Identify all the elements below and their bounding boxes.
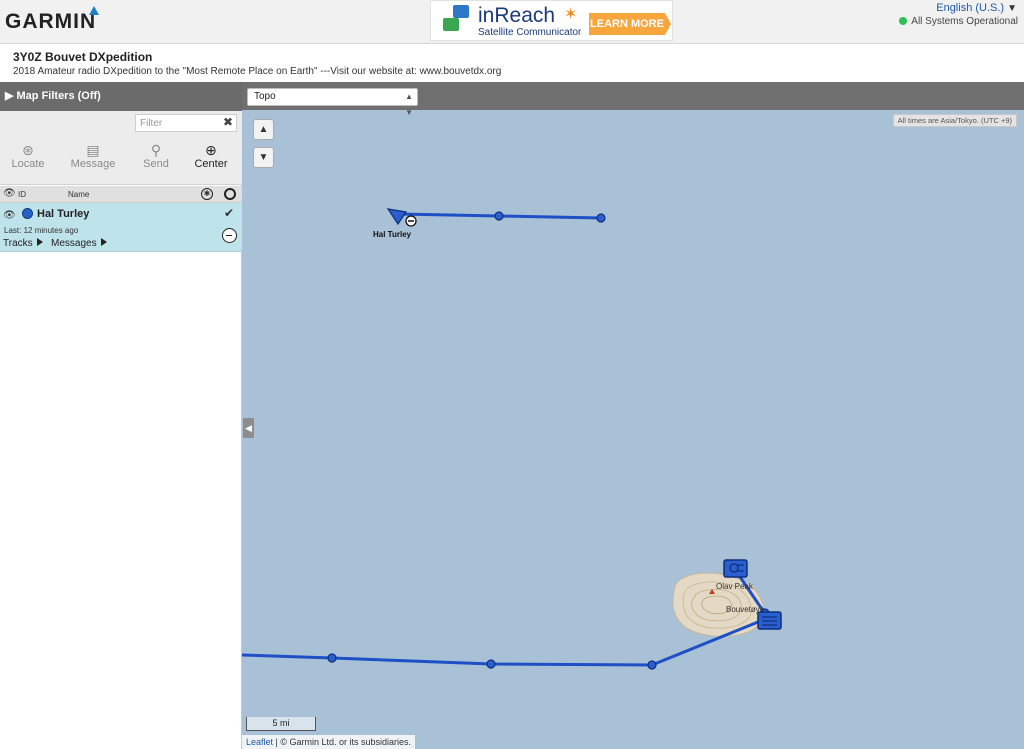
track-point xyxy=(596,213,606,223)
select-arrows-icon: ▲ ▼ xyxy=(405,92,413,117)
crosshair-icon: ⊕ xyxy=(205,142,217,158)
collapse-sidebar-button[interactable]: ◀ xyxy=(243,418,254,438)
column-id[interactable]: ID xyxy=(18,190,26,199)
locate-icon: ⊛ xyxy=(22,142,34,158)
map-view[interactable]: Topo ▲ ▼ All times are Asia/Tokyo. (UTC +… xyxy=(242,82,1024,749)
attribution-text: | © Garmin Ltd. or its subsidiaries. xyxy=(275,737,412,747)
map-layer-value: Topo xyxy=(254,91,276,102)
messages-label: Messages xyxy=(51,238,97,249)
play-right-icon xyxy=(36,238,43,246)
locate-label: Locate xyxy=(11,158,45,170)
map-layer-select[interactable]: Topo ▲ ▼ xyxy=(247,88,418,117)
checkmark-icon[interactable]: ✔ xyxy=(224,206,234,220)
visibility-eye-icon[interactable]: 👁 xyxy=(3,210,16,221)
tracks-link[interactable]: Tracks xyxy=(3,238,43,249)
ad-sparkle-icon: ✶ xyxy=(564,6,578,23)
track-point xyxy=(647,660,657,670)
zoom-in-button[interactable]: ▲ xyxy=(253,119,274,140)
toolbar: ✖ ⊛ Locate ▤ Message ⚲ Send ⊕ Center xyxy=(0,111,242,185)
track-point xyxy=(327,653,337,663)
scale-bar: 5 mi xyxy=(246,717,316,731)
learn-more-arrow-icon xyxy=(665,13,671,35)
status-dot-icon xyxy=(899,17,908,25)
message-icon: ▤ xyxy=(86,142,100,158)
device-sidebar: ▶ Map Filters (Off) ✖ ⊛ Locate ▤ Message… xyxy=(0,82,242,749)
track-all-icon[interactable] xyxy=(224,188,236,200)
device-name[interactable]: Hal Turley xyxy=(37,208,89,220)
eye-icon[interactable]: 👁 xyxy=(3,188,16,199)
message-marker-icon[interactable] xyxy=(757,611,782,630)
zoom-out-button[interactable]: ▼ xyxy=(253,147,274,168)
locate-button[interactable]: ⊛ Locate xyxy=(4,142,52,170)
logo-triangle-icon xyxy=(89,6,99,15)
ad-title: inReach xyxy=(478,4,556,27)
page-subtitle: 2018 Amateur radio DXpedition to the "Mo… xyxy=(13,66,502,77)
status-text: All Systems Operational xyxy=(911,16,1018,27)
send-button[interactable]: ⚲ Send xyxy=(132,142,180,170)
map-toolbar: Topo ▲ ▼ xyxy=(242,82,1024,117)
messages-link[interactable]: Messages xyxy=(51,238,107,249)
pin-icon: ⚲ xyxy=(150,142,162,158)
map-filters-label: Map Filters (Off) xyxy=(16,90,101,102)
map-canvas[interactable] xyxy=(242,82,1024,749)
center-label: Center xyxy=(194,158,228,170)
locate-all-icon[interactable]: ✱ xyxy=(201,188,213,200)
send-label: Send xyxy=(143,158,169,170)
top-header: GARMIN inReach ✶ Satellite Communicator … xyxy=(0,0,1024,44)
message-button[interactable]: ▤ Message xyxy=(69,142,117,170)
chat-bubble-green-icon xyxy=(443,18,459,31)
center-button[interactable]: ⊕ Center xyxy=(187,142,235,170)
filter-input[interactable] xyxy=(135,114,237,132)
message-label: Message xyxy=(70,158,116,170)
chat-bubble-blue-icon xyxy=(453,5,469,18)
garmin-logo[interactable]: GARMIN xyxy=(5,10,96,34)
play-right-icon xyxy=(100,238,107,246)
device-color-dot xyxy=(22,208,33,219)
message-marker-icon[interactable] xyxy=(723,559,748,578)
track-point xyxy=(494,211,504,221)
page-header: 3Y0Z Bouvet DXpedition 2018 Amateur radi… xyxy=(0,45,1024,82)
tracks-label: Tracks xyxy=(3,238,33,249)
current-location-arrow-icon xyxy=(386,208,408,226)
chevron-down-icon: ▼ xyxy=(1007,3,1017,14)
page-title: 3Y0Z Bouvet DXpedition xyxy=(13,50,153,64)
leaflet-link[interactable]: Leaflet xyxy=(246,737,273,747)
minus-circle-icon[interactable] xyxy=(222,228,237,243)
last-update-text: Last: 12 minutes ago xyxy=(4,226,79,235)
system-status: All Systems Operational xyxy=(899,16,1018,27)
island-label: Bouvetøya xyxy=(726,605,765,614)
marker-label: Hal Turley xyxy=(373,230,412,239)
track-point xyxy=(486,659,496,669)
clear-filter-icon[interactable]: ✖ xyxy=(223,115,233,129)
device-list-header: 👁 ID Name ✱ xyxy=(0,186,242,203)
column-name[interactable]: Name xyxy=(68,190,89,199)
inreach-ad-banner[interactable]: inReach ✶ Satellite Communicator LEARN M… xyxy=(430,0,673,41)
language-label: English (U.S.) xyxy=(936,2,1005,14)
learn-more-button[interactable]: LEARN MORE xyxy=(589,13,665,35)
map-attribution: Leaflet | © Garmin Ltd. or its subsidiar… xyxy=(242,735,416,749)
device-row[interactable]: 👁 Hal Turley ✔ Last: 12 minutes ago Trac… xyxy=(0,203,242,252)
peak-label: Olav Peak xyxy=(716,582,753,591)
timezone-note: All times are Asia/Tokyo. (UTC +9) xyxy=(892,114,1017,127)
ad-subtitle: Satellite Communicator xyxy=(478,27,582,38)
map-filters-toggle[interactable]: ▶ Map Filters (Off) xyxy=(0,82,242,111)
language-selector[interactable]: English (U.S.) ▼ xyxy=(936,2,1017,14)
